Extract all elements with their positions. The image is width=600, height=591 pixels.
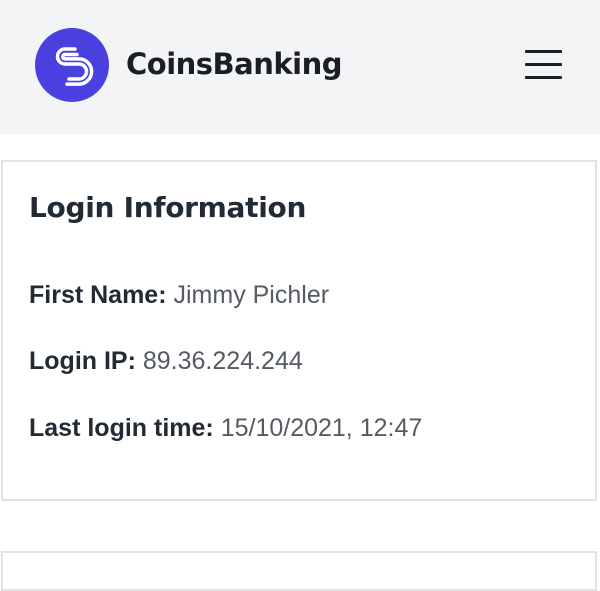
hamburger-menu-icon[interactable] xyxy=(518,44,568,84)
top-header: CoinsBanking xyxy=(0,0,600,134)
menu-line xyxy=(525,50,562,53)
card-title: Login Information xyxy=(29,191,307,224)
first-name-value: Jimmy Pichler xyxy=(173,281,330,309)
coinsbanking-logo-icon[interactable] xyxy=(35,28,109,102)
first-name-row: First Name: Jimmy Pichler xyxy=(29,278,329,312)
login-ip-value: 89.36.224.244 xyxy=(142,347,303,375)
last-login-label: Last login time: xyxy=(29,414,221,442)
menu-line xyxy=(525,76,562,79)
last-login-value: 15/10/2021, 12:47 xyxy=(220,414,423,442)
last-login-row: Last login time: 15/10/2021, 12:47 xyxy=(29,411,422,445)
brand-name[interactable]: CoinsBanking xyxy=(126,44,343,84)
next-card xyxy=(1,551,597,591)
login-ip-row: Login IP: 89.36.224.244 xyxy=(29,344,303,378)
menu-line xyxy=(525,63,562,66)
login-ip-label: Login IP: xyxy=(29,347,143,375)
first-name-label: First Name: xyxy=(29,281,174,309)
login-information-card: Login Information First Name: Jimmy Pich… xyxy=(1,160,597,501)
